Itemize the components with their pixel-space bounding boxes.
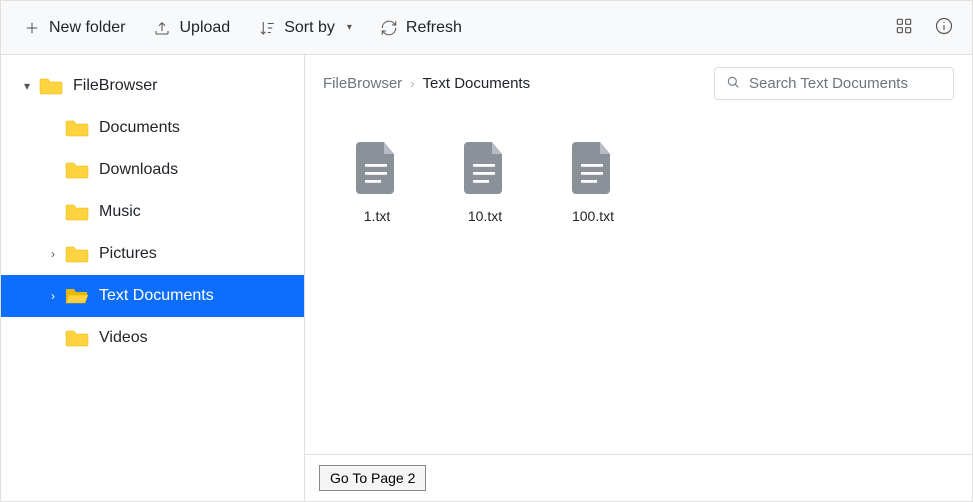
footer: Go To Page 2 [305, 454, 972, 501]
file-name: 10.txt [468, 208, 502, 224]
text-file-icon [464, 142, 506, 194]
refresh-label: Refresh [406, 19, 462, 37]
file-grid: 1.txt 10.txt 100.txt [305, 112, 972, 454]
folder-icon [65, 328, 89, 348]
refresh-icon [380, 19, 398, 37]
sort-icon [258, 19, 276, 37]
tree-item[interactable]: ›Documents [1, 107, 304, 149]
view-grid-button[interactable] [884, 8, 924, 48]
tree-item-label: Documents [99, 119, 180, 137]
folder-icon [65, 118, 89, 138]
new-folder-button[interactable]: New folder [9, 11, 139, 45]
content-pane: FileBrowser › Text Documents 1.txt 10.txt… [305, 55, 972, 501]
tree-item-label: Text Documents [99, 287, 214, 305]
tree-item[interactable]: ›Videos [1, 317, 304, 359]
chevron-right-icon[interactable]: › [41, 289, 65, 303]
tree-root-label: FileBrowser [73, 77, 157, 95]
file-item[interactable]: 100.txt [545, 136, 641, 230]
sort-by-button[interactable]: Sort by ▾ [244, 11, 366, 45]
chevron-right-icon[interactable]: › [41, 247, 65, 261]
grid-icon [894, 16, 914, 39]
search-box[interactable] [714, 67, 954, 100]
search-input[interactable] [749, 75, 943, 92]
info-icon [934, 16, 954, 39]
text-file-icon [572, 142, 614, 194]
breadcrumb-parent[interactable]: FileBrowser [323, 75, 402, 92]
folder-icon [65, 202, 89, 222]
tree-item[interactable]: ›Downloads [1, 149, 304, 191]
tree-root[interactable]: ▾ FileBrowser [1, 65, 304, 107]
search-icon [725, 74, 749, 93]
go-to-page-2-button[interactable]: Go To Page 2 [319, 465, 426, 491]
info-button[interactable] [924, 8, 964, 48]
tree-item[interactable]: › Text Documents [1, 275, 304, 317]
chevron-down-icon[interactable]: ▾ [15, 79, 39, 93]
chevron-down-icon: ▾ [347, 22, 352, 33]
text-file-icon [356, 142, 398, 194]
new-folder-label: New folder [49, 19, 125, 37]
tree-item[interactable]: ›Music [1, 191, 304, 233]
folder-open-icon [65, 286, 89, 306]
file-name: 100.txt [572, 208, 614, 224]
tree-item[interactable]: › Pictures [1, 233, 304, 275]
refresh-button[interactable]: Refresh [366, 11, 476, 45]
breadcrumb-current: Text Documents [423, 75, 531, 92]
file-item[interactable]: 10.txt [437, 136, 533, 230]
tree-item-label: Music [99, 203, 141, 221]
upload-label: Upload [179, 19, 230, 37]
breadcrumb: FileBrowser › Text Documents [323, 75, 702, 92]
chevron-right-icon: › [410, 76, 414, 91]
upload-button[interactable]: Upload [139, 11, 244, 45]
plus-icon [23, 19, 41, 37]
sort-by-label: Sort by [284, 19, 335, 37]
folder-icon [65, 160, 89, 180]
upload-icon [153, 19, 171, 37]
toolbar: New folder Upload Sort by ▾ Refresh [1, 1, 972, 55]
folder-icon [39, 76, 63, 96]
tree-item-label: Videos [99, 329, 148, 347]
folder-tree: ▾ FileBrowser ›Documents›Downloads›Music… [1, 55, 305, 501]
folder-icon [65, 244, 89, 264]
file-item[interactable]: 1.txt [329, 136, 425, 230]
tree-item-label: Downloads [99, 161, 178, 179]
tree-item-label: Pictures [99, 245, 157, 263]
file-name: 1.txt [364, 208, 390, 224]
